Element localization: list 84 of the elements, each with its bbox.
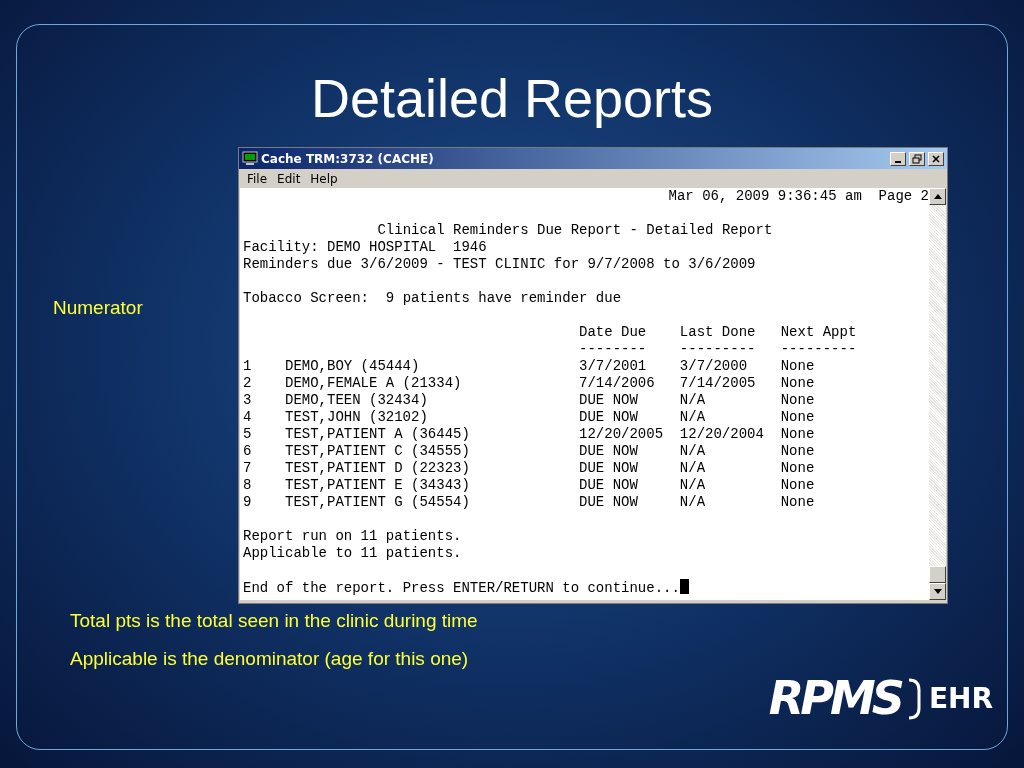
next-appt: None <box>780 392 815 408</box>
scroll-down-button[interactable] <box>929 583 946 600</box>
column-header: Last Done <box>679 324 756 340</box>
bracket-icon <box>906 676 921 720</box>
row-number: 8 <box>243 477 252 493</box>
last-done: 7/14/2005 <box>679 375 756 391</box>
patient-name: DEMO,BOY (45444) <box>285 358 420 374</box>
restore-button[interactable] <box>909 151 925 166</box>
patient-name: TEST,JOHN (32102) <box>285 409 428 425</box>
report-timestamp: Mar 06, 2009 9:36:45 am Page 2 <box>668 188 929 204</box>
column-header: Date Due <box>579 324 647 340</box>
column-rule: -------- <box>579 341 647 357</box>
last-done: N/A <box>679 392 706 408</box>
column-rule: --------- <box>679 341 756 357</box>
row-number: 3 <box>243 392 252 408</box>
patient-name: TEST,PATIENT A (36445) <box>285 426 470 442</box>
last-done: N/A <box>679 477 706 493</box>
report-title: Clinical Reminders Due Report - Detailed Report <box>377 222 773 238</box>
report-line: Applicable to 11 patients. <box>243 545 462 561</box>
minimize-icon <box>895 161 901 163</box>
next-appt: None <box>780 375 815 391</box>
report-line: Tobacco Screen: 9 patients have reminder due <box>243 290 622 306</box>
row-number: 6 <box>243 443 252 459</box>
date-due: DUE NOW <box>579 460 638 476</box>
last-done: N/A <box>679 460 706 476</box>
last-done: 12/20/2004 <box>679 426 764 442</box>
row-number: 1 <box>243 358 252 374</box>
last-done: N/A <box>679 494 706 510</box>
caption: Applicable is the denominator (age for this one) <box>70 648 469 669</box>
report-line: Report run on 11 patients. <box>243 528 462 544</box>
date-due: DUE NOW <box>579 392 638 408</box>
menu-item[interactable]: Help <box>306 171 342 186</box>
text-cursor <box>679 579 689 594</box>
triangle-down-icon <box>933 589 942 594</box>
next-appt: None <box>780 409 815 425</box>
report-line: Reminders due 3/6/2009 - TEST CLINIC for 9/7/2008 to 3/6/2009 <box>243 256 756 272</box>
column-rule: --------- <box>780 341 857 357</box>
report-line: Facility: DEMO HOSPITAL 1946 <box>243 239 487 255</box>
patient-name: DEMO,FEMALE A (21334) <box>285 375 462 391</box>
continue-prompt: End of the report. Press ENTER/RETURN to continue... <box>243 580 680 596</box>
row-number: 7 <box>243 460 252 476</box>
next-appt: None <box>780 426 815 442</box>
patient-name: TEST,PATIENT D (22323) <box>285 460 470 476</box>
date-due: 7/14/2006 <box>579 375 655 391</box>
column-header: Next Appt <box>780 324 857 340</box>
last-done: N/A <box>679 409 706 425</box>
patient-name: TEST,PATIENT G (54554) <box>285 494 470 510</box>
menu-item[interactable]: Edit <box>273 171 305 186</box>
window-title: Cache TRM:3732 (CACHE) <box>261 151 435 166</box>
row-number: 2 <box>243 375 252 391</box>
menu-item[interactable]: File <box>243 171 272 186</box>
date-due: DUE NOW <box>579 494 638 510</box>
minimize-button[interactable] <box>890 151 906 166</box>
patient-name: TEST,PATIENT E (34343) <box>285 477 470 493</box>
slide-title: Detailed Reports <box>309 67 715 130</box>
scroll-up-button[interactable] <box>929 188 946 205</box>
date-due: DUE NOW <box>579 477 638 493</box>
scroll-thumb[interactable] <box>929 566 946 583</box>
restore-icon <box>912 153 922 164</box>
row-number: 4 <box>243 409 252 425</box>
next-appt: None <box>780 477 815 493</box>
next-appt: None <box>780 358 815 374</box>
row-number: 9 <box>243 494 252 510</box>
date-due: DUE NOW <box>579 443 638 459</box>
close-icon <box>931 153 941 164</box>
last-done: 3/7/2000 <box>679 358 748 374</box>
triangle-up-icon <box>933 194 942 199</box>
last-done: N/A <box>679 443 706 459</box>
annotation-label: Numerator <box>53 297 143 318</box>
scrollbar[interactable] <box>929 188 946 600</box>
date-due: DUE NOW <box>579 409 638 425</box>
row-number: 5 <box>243 426 252 442</box>
monitor-icon <box>242 151 258 166</box>
next-appt: None <box>780 443 815 459</box>
next-appt: None <box>780 494 815 510</box>
logo-wordmark: RPMS <box>768 671 901 725</box>
date-due: 12/20/2005 <box>579 426 664 442</box>
patient-name: DEMO,TEEN (32434) <box>285 392 428 408</box>
next-appt: None <box>780 460 815 476</box>
patient-name: TEST,PATIENT C (34555) <box>285 443 470 459</box>
close-button[interactable] <box>928 151 944 166</box>
caption: Total pts is the total seen in the clinic during time <box>70 610 478 631</box>
logo-suffix: EHR <box>928 681 993 715</box>
date-due: 3/7/2001 <box>579 358 647 374</box>
